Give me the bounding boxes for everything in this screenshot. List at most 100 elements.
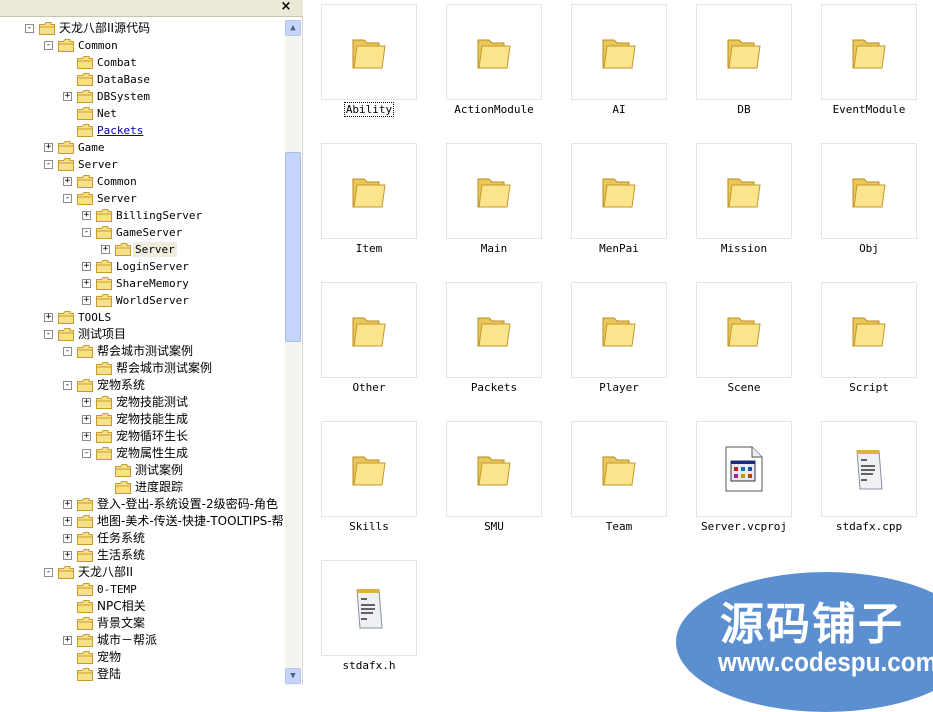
file-name[interactable]: Script — [807, 381, 931, 394]
file-name[interactable]: stdafx.h — [307, 659, 431, 672]
file-name[interactable]: Player — [557, 381, 681, 394]
file-thumbnail[interactable] — [571, 143, 667, 239]
tree-item[interactable]: + Common — [0, 173, 284, 190]
file-thumbnail[interactable] — [696, 143, 792, 239]
tree-item[interactable]: - 测试项目 — [0, 326, 284, 343]
expand-icon[interactable]: + — [63, 500, 72, 509]
file-thumbnail[interactable] — [821, 143, 917, 239]
collapse-icon[interactable]: - — [44, 330, 53, 339]
file-thumbnail[interactable] — [696, 421, 792, 517]
file-thumbnail[interactable] — [321, 421, 417, 517]
file-name[interactable]: Packets — [432, 381, 556, 394]
tree-item[interactable]: - 帮会城市测试案例 — [0, 343, 284, 360]
expand-icon[interactable]: + — [82, 296, 91, 305]
tree-item[interactable]: + Server — [0, 241, 284, 258]
tree-item[interactable]: + WorldServer — [0, 292, 284, 309]
tree-item[interactable]: + 地图-美术-传送-快捷-TOOLTIPS-帮 — [0, 513, 284, 530]
expand-icon[interactable]: + — [82, 262, 91, 271]
tree-item[interactable]: + Game — [0, 139, 284, 156]
file-thumbnail[interactable] — [696, 4, 792, 100]
expand-icon[interactable]: + — [82, 211, 91, 220]
tree-item[interactable]: 0-TEMP — [0, 581, 284, 598]
expand-icon[interactable]: + — [44, 313, 53, 322]
tree-item[interactable]: + 任务系统 — [0, 530, 284, 547]
scroll-down-button[interactable]: ▼ — [285, 668, 301, 684]
file-thumbnail[interactable] — [321, 4, 417, 100]
tree-item[interactable]: - GameServer — [0, 224, 284, 241]
tree-item[interactable]: 帮会城市测试案例 — [0, 360, 284, 377]
tree-item[interactable]: - 宠物系统 — [0, 377, 284, 394]
tree-item[interactable]: - 天龙八部II源代码 — [0, 20, 284, 37]
tree-item[interactable]: - Server — [0, 190, 284, 207]
file-thumbnail[interactable] — [821, 282, 917, 378]
file-name[interactable]: Item — [307, 242, 431, 255]
expand-icon[interactable]: + — [82, 415, 91, 424]
file-name[interactable]: stdafx.cpp — [807, 520, 931, 533]
tree-item[interactable]: + 宠物循环生长 — [0, 428, 284, 445]
tree-item[interactable]: + BillingServer — [0, 207, 284, 224]
file-name[interactable]: Skills — [307, 520, 431, 533]
file-name[interactable]: ActionModule — [432, 103, 556, 116]
tree-item[interactable]: 进度跟踪 — [0, 479, 284, 496]
tree-item[interactable]: Net — [0, 105, 284, 122]
file-thumbnail[interactable] — [321, 282, 417, 378]
tree-item[interactable]: 宠物 — [0, 649, 284, 666]
tree-item[interactable]: + 生活系统 — [0, 547, 284, 564]
scroll-up-button[interactable]: ▲ — [285, 20, 301, 36]
file-thumbnail[interactable] — [321, 143, 417, 239]
file-name[interactable]: EventModule — [807, 103, 931, 116]
file-name[interactable]: Server.vcproj — [682, 520, 806, 533]
collapse-icon[interactable]: - — [82, 449, 91, 458]
file-thumbnail[interactable] — [821, 421, 917, 517]
file-name[interactable]: DB — [682, 103, 806, 116]
collapse-icon[interactable]: - — [63, 194, 72, 203]
file-name[interactable]: Ability — [307, 102, 431, 117]
file-name[interactable]: AI — [557, 103, 681, 116]
file-name[interactable]: Mission — [682, 242, 806, 255]
expand-icon[interactable]: + — [82, 398, 91, 407]
tree-item[interactable]: + TOOLS — [0, 309, 284, 326]
collapse-icon[interactable]: - — [44, 568, 53, 577]
collapse-icon[interactable]: - — [63, 381, 72, 390]
file-thumbnail[interactable] — [446, 282, 542, 378]
expand-icon[interactable]: + — [82, 432, 91, 441]
tree-item[interactable]: - Common — [0, 37, 284, 54]
file-name[interactable]: MenPai — [557, 242, 681, 255]
expand-icon[interactable]: + — [63, 534, 72, 543]
file-name[interactable]: Scene — [682, 381, 806, 394]
file-thumbnail[interactable] — [821, 4, 917, 100]
file-thumbnail[interactable] — [446, 421, 542, 517]
tree-item[interactable]: 测试案例 — [0, 462, 284, 479]
expand-icon[interactable]: + — [44, 143, 53, 152]
collapse-icon[interactable]: - — [25, 24, 34, 33]
collapse-icon[interactable]: - — [63, 347, 72, 356]
expand-icon[interactable]: + — [82, 279, 91, 288]
collapse-icon[interactable]: - — [44, 41, 53, 50]
collapse-icon[interactable]: - — [44, 160, 53, 169]
file-thumbnail[interactable] — [571, 282, 667, 378]
tree-item[interactable]: - 宠物属性生成 — [0, 445, 284, 462]
scrollbar-thumb[interactable] — [285, 152, 301, 342]
vertical-scrollbar[interactable]: ▲ ▼ — [285, 20, 301, 685]
tree-item[interactable]: NPC相关 — [0, 598, 284, 615]
file-name[interactable]: Obj — [807, 242, 931, 255]
file-name[interactable]: Team — [557, 520, 681, 533]
tree-item[interactable]: + 宠物技能测试 — [0, 394, 284, 411]
tree-item[interactable]: DataBase — [0, 71, 284, 88]
collapse-icon[interactable]: - — [82, 228, 91, 237]
tree-item[interactable]: + 城市－帮派 — [0, 632, 284, 649]
expand-icon[interactable]: + — [63, 92, 72, 101]
expand-icon[interactable]: + — [63, 517, 72, 526]
expand-icon[interactable]: + — [63, 636, 72, 645]
file-thumbnail[interactable] — [446, 143, 542, 239]
file-name[interactable]: Other — [307, 381, 431, 394]
tree-item[interactable]: + ShareMemory — [0, 275, 284, 292]
file-name[interactable]: Main — [432, 242, 556, 255]
tree-item[interactable]: Combat — [0, 54, 284, 71]
tree-item[interactable]: + LoginServer — [0, 258, 284, 275]
file-thumbnail[interactable] — [571, 421, 667, 517]
tree-item[interactable]: - 天龙八部II — [0, 564, 284, 581]
expand-icon[interactable]: + — [101, 245, 110, 254]
tree-item[interactable]: - Server — [0, 156, 284, 173]
tree-item[interactable]: + 宠物技能生成 — [0, 411, 284, 428]
